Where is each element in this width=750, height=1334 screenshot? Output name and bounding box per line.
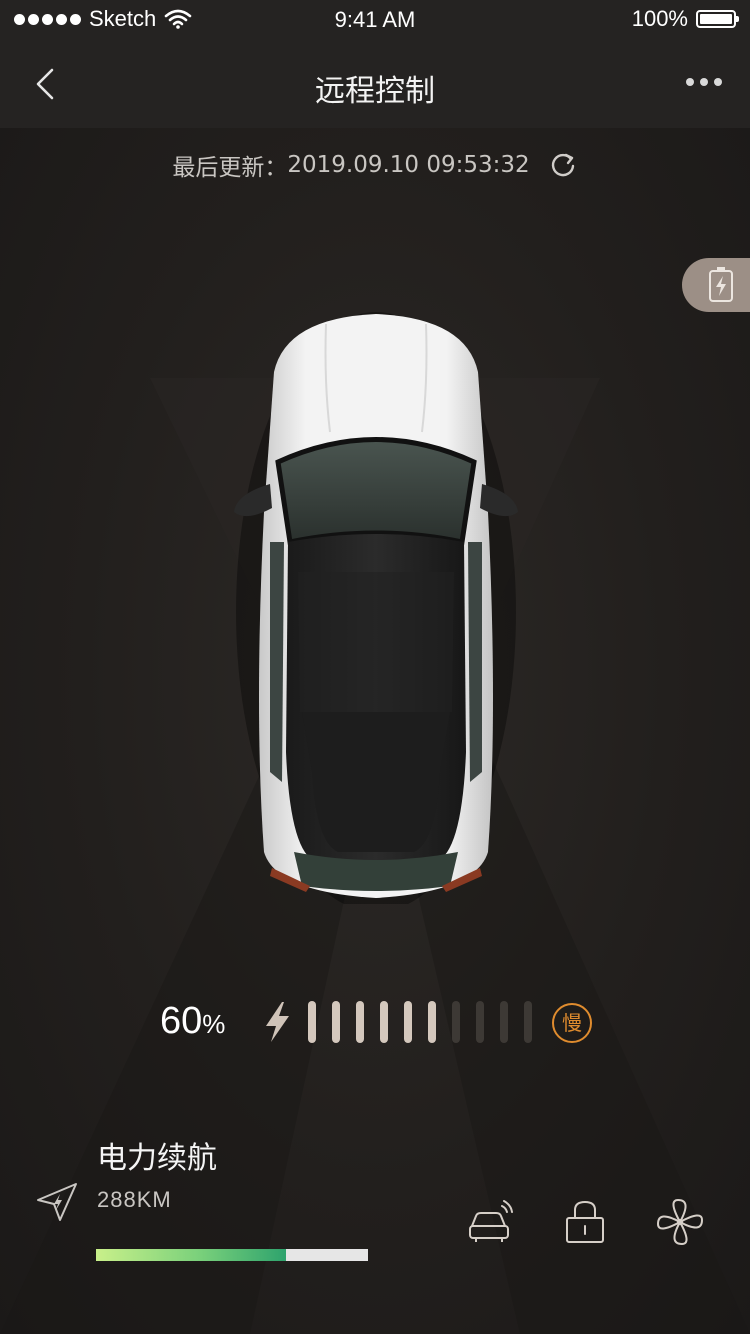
remote-car-icon[interactable] xyxy=(464,1196,516,1248)
charge-segment xyxy=(428,1001,436,1043)
charge-segment xyxy=(308,1001,316,1043)
last-update-label: 最后更新： xyxy=(172,155,288,181)
lightning-icon xyxy=(266,1002,289,1042)
charge-segment xyxy=(332,1001,340,1043)
navigation-arrow-icon[interactable] xyxy=(34,1180,80,1224)
more-button[interactable] xyxy=(686,78,722,86)
range-title: 电力续航 xyxy=(97,1141,217,1176)
battery-percent: 100% xyxy=(631,6,688,31)
charge-segment xyxy=(476,1001,484,1043)
battery-charging-icon xyxy=(709,267,733,302)
charge-segment xyxy=(524,1001,532,1043)
charge-segment xyxy=(380,1001,388,1043)
more-dot xyxy=(714,78,722,86)
status-bar: Sketch 9:41 AM 100% xyxy=(0,0,750,40)
charge-segment xyxy=(500,1001,508,1043)
last-update-time: 2019.09.10 09:53:32 xyxy=(287,152,530,178)
range-value: 288KM xyxy=(97,1187,172,1212)
charge-segment xyxy=(404,1001,412,1043)
range-progress-bar xyxy=(96,1249,368,1261)
nav-bar: 远程控制 xyxy=(0,40,750,128)
fan-icon[interactable] xyxy=(654,1196,706,1248)
more-dot xyxy=(700,78,708,86)
charge-level-bars xyxy=(308,1001,532,1043)
page-title: 远程控制 xyxy=(315,74,435,109)
last-update: 最后更新： 2019.09.10 09:53:32 xyxy=(0,148,750,182)
charge-percent: 60% xyxy=(160,1000,225,1043)
charge-segment xyxy=(452,1001,460,1043)
battery-icon xyxy=(696,10,739,28)
battery-status: 100% xyxy=(631,6,739,32)
car-image xyxy=(234,312,518,904)
charge-percent-unit: % xyxy=(202,1009,226,1039)
refresh-icon[interactable] xyxy=(548,150,578,180)
slow-charge-badge[interactable]: 慢 xyxy=(552,1003,592,1043)
more-dot xyxy=(686,78,694,86)
lock-icon[interactable] xyxy=(559,1196,611,1248)
charging-tab[interactable] xyxy=(682,258,750,312)
charge-segment xyxy=(356,1001,364,1043)
charge-percent-value: 60 xyxy=(160,1000,203,1042)
range-progress-fill xyxy=(96,1249,287,1261)
